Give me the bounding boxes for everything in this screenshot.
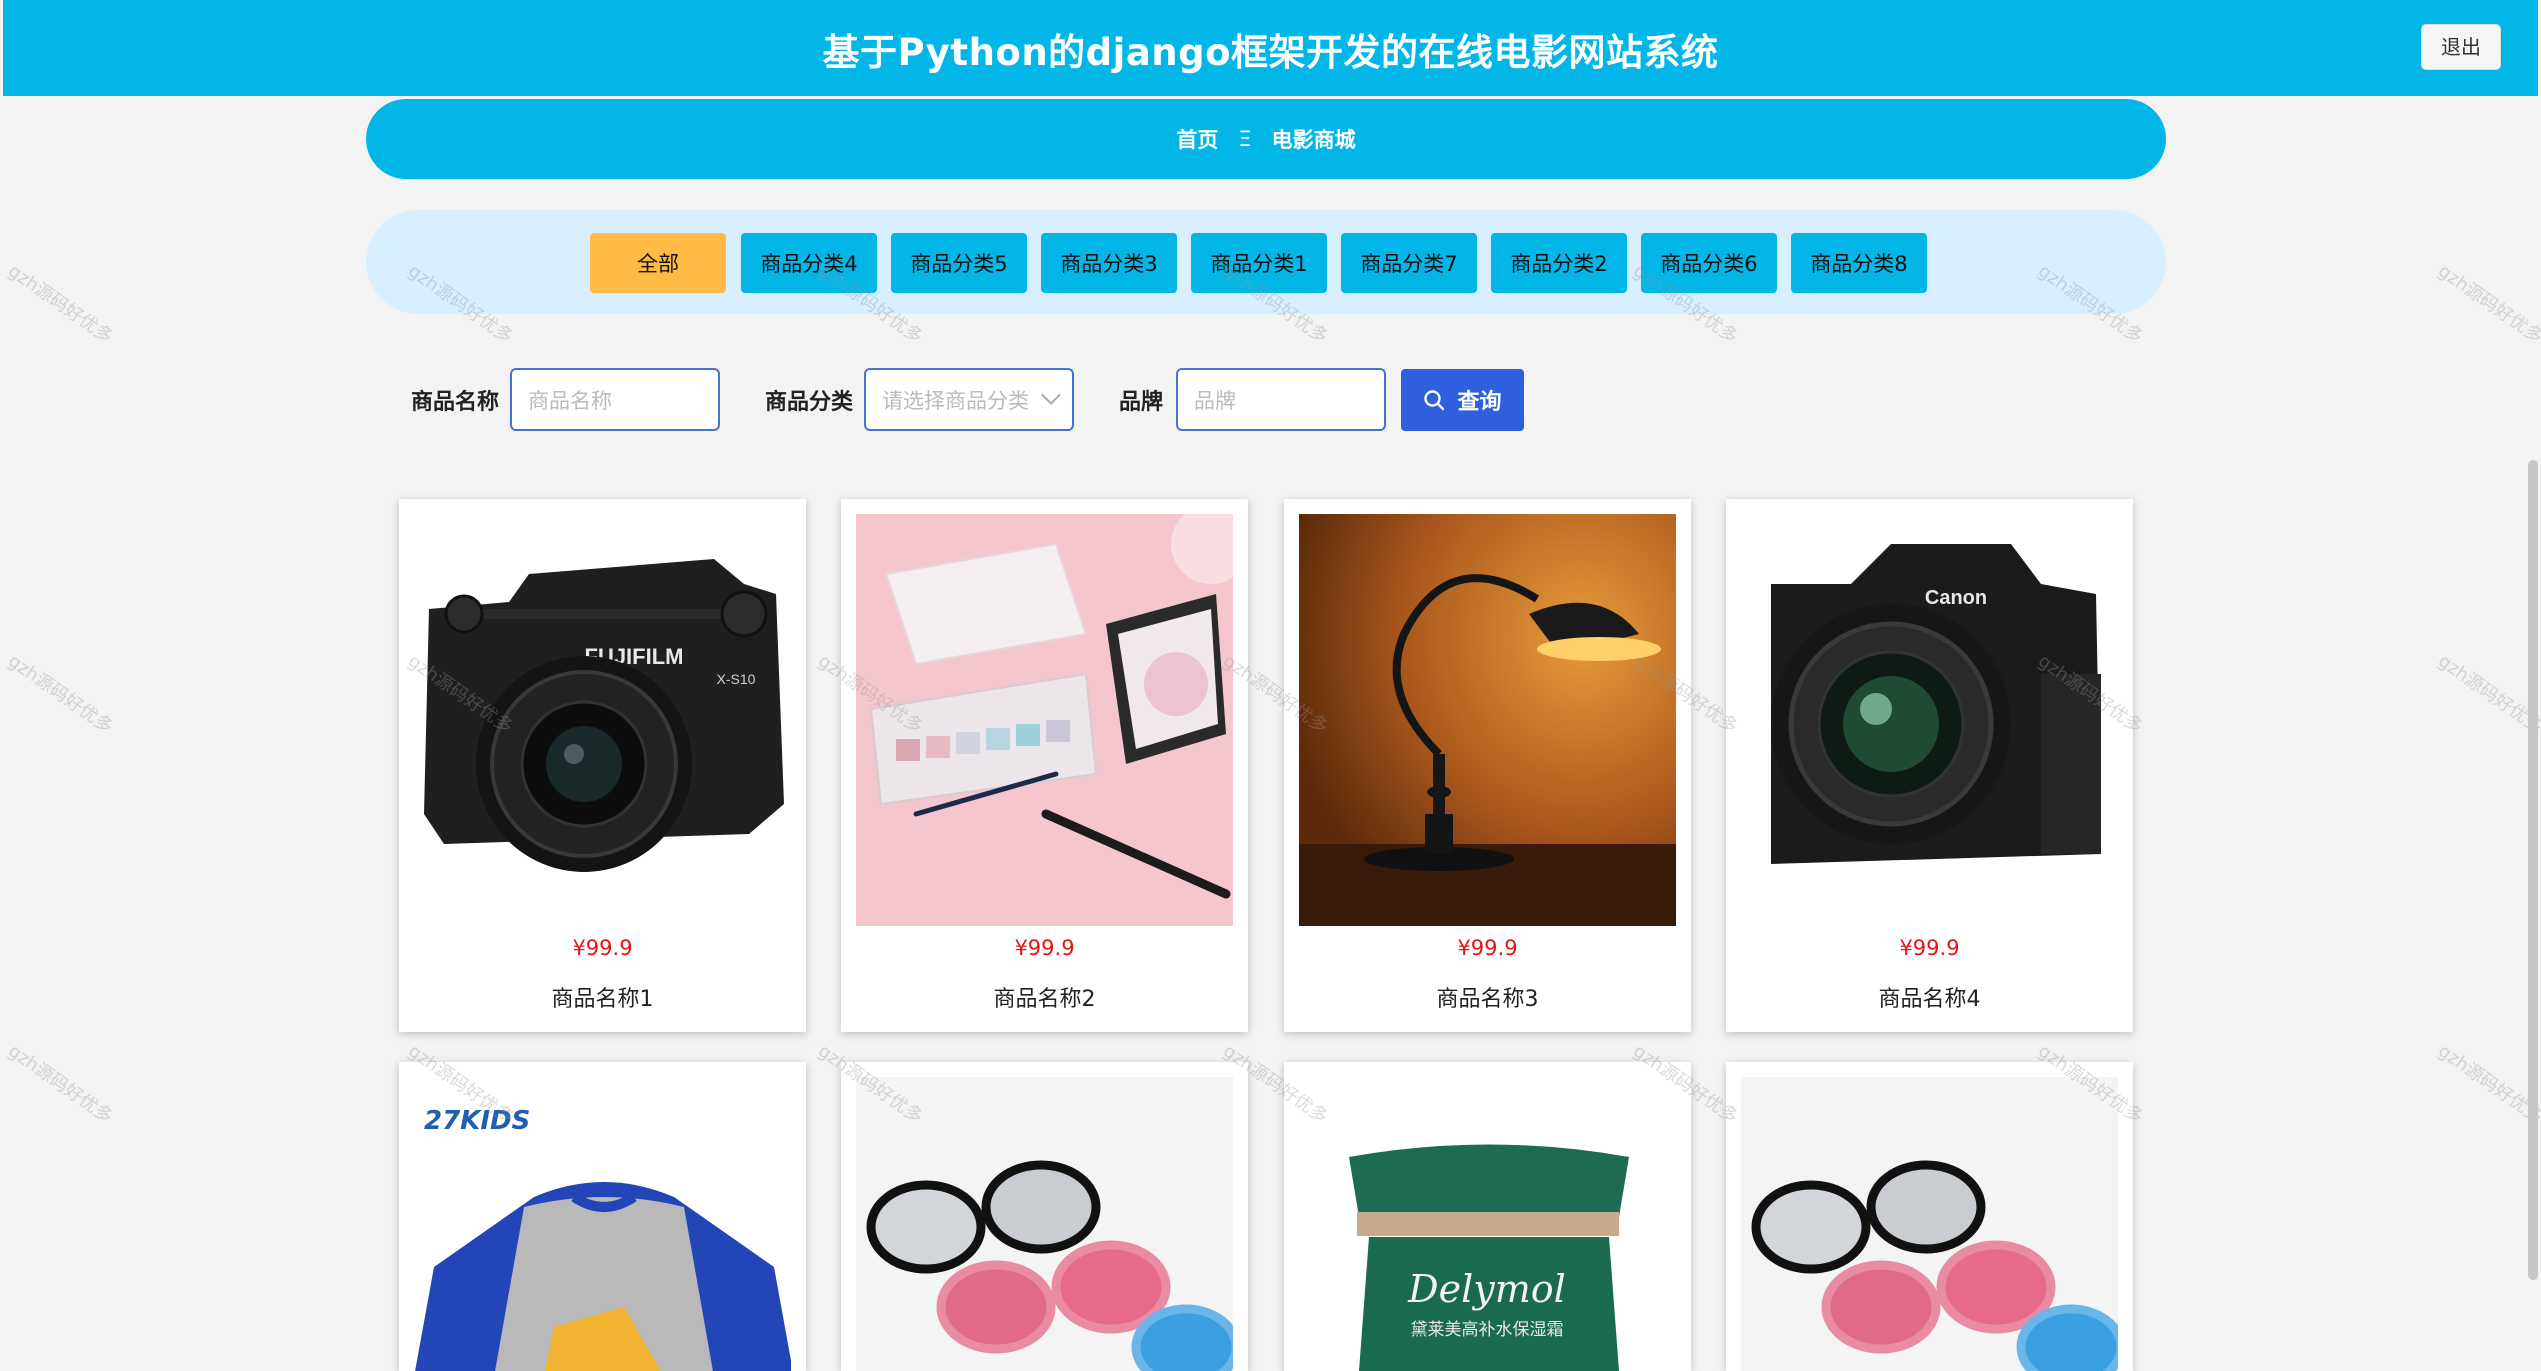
page-scrollbar[interactable]	[2528, 460, 2538, 1280]
search-button[interactable]: 查询	[1401, 369, 1524, 431]
product-name[interactable]: 商品名称1	[399, 981, 806, 1013]
product-card[interactable]: ¥99.9 商品名称2	[841, 499, 1248, 1032]
top-header: 基于Python的django框架开发的在线电影网站系统 退出	[3, 0, 2538, 96]
category-select[interactable]: 请选择商品分类	[864, 368, 1074, 431]
watermark-text: gzh源码好优多	[4, 260, 117, 348]
name-input-placeholder: 商品名称	[528, 388, 612, 413]
breadcrumb-home[interactable]: 首页	[1176, 124, 1218, 154]
breadcrumb-separator-icon: Ξ	[1238, 127, 1252, 151]
breadcrumb: 首页 Ξ 电影商城	[366, 99, 2166, 179]
product-image[interactable]: FUJIFILM X-S10	[414, 514, 791, 926]
product-price: ¥99.9	[1014, 936, 1075, 960]
product-card[interactable]: Canon ¥99.9 商品名称4	[1726, 499, 2133, 1032]
watermark-text: gzh源码好优多	[4, 650, 117, 738]
category-all[interactable]: 全部	[590, 233, 726, 293]
category-tab[interactable]: 商品分类2	[1491, 233, 1627, 293]
category-tab[interactable]: 商品分类5	[891, 233, 1027, 293]
watermark-text: gzh源码好优多	[2434, 1040, 2541, 1128]
search-icon	[1424, 390, 1445, 411]
name-input[interactable]: 商品名称	[510, 368, 720, 431]
breadcrumb-current: 电影商城	[1271, 128, 1356, 152]
chevron-down-icon	[1041, 385, 1061, 405]
site-title: 基于Python的django框架开发的在线电影网站系统	[822, 31, 1719, 74]
product-card[interactable]: 27KIDS	[399, 1062, 806, 1371]
watermark-text: gzh源码好优多	[2434, 650, 2541, 738]
category-tab[interactable]: 商品分类3	[1041, 233, 1177, 293]
product-image[interactable]: Canon	[1741, 514, 2118, 926]
category-tab[interactable]: 商品分类7	[1341, 233, 1477, 293]
canon-brand-text: Canon	[1925, 587, 1987, 609]
category-tab[interactable]: 商品分类8	[1791, 233, 1927, 293]
product-card[interactable]: FUJIFILM X-S10 ¥99.9 商品名称1	[399, 499, 806, 1032]
cream-brand-text: Delymol	[1407, 1267, 1566, 1311]
name-label: 商品名称	[411, 390, 500, 415]
product-image[interactable]	[1299, 514, 1676, 926]
category-label: 商品分类	[765, 390, 854, 415]
product-image[interactable]	[1741, 1077, 2118, 1371]
product-card[interactable]: ¥99.9 商品名称3	[1284, 499, 1691, 1032]
cream-subtitle-text: 黛莱美高补水保湿霜	[1411, 1320, 1564, 1340]
watermark-text: gzh源码好优多	[2434, 260, 2541, 348]
product-image[interactable]: 27KIDS	[414, 1077, 791, 1371]
product-card[interactable]: Delymol 黛莱美高补水保湿霜	[1284, 1062, 1691, 1371]
product-image[interactable]: Delymol 黛莱美高补水保湿霜	[1299, 1077, 1676, 1371]
product-price: ¥99.9	[1457, 936, 1518, 960]
brand-input-placeholder: 品牌	[1194, 388, 1236, 413]
product-name[interactable]: 商品名称3	[1284, 981, 1691, 1013]
product-card[interactable]	[1726, 1062, 2133, 1371]
product-name[interactable]: 商品名称4	[1726, 981, 2133, 1013]
brand-label: 品牌	[1119, 390, 1164, 415]
product-name[interactable]: 商品名称2	[841, 981, 1248, 1013]
search-button-label: 查询	[1457, 390, 1502, 415]
product-price: ¥99.9	[1899, 936, 1960, 960]
fujifilm-model-text: X-S10	[717, 671, 756, 687]
category-select-placeholder: 请选择商品分类	[882, 388, 1029, 413]
product-price: ¥99.9	[572, 936, 633, 960]
watermark-text: gzh源码好优多	[4, 1040, 117, 1128]
brand-input[interactable]: 品牌	[1176, 368, 1386, 431]
logout-button[interactable]: 退出	[2421, 24, 2501, 70]
